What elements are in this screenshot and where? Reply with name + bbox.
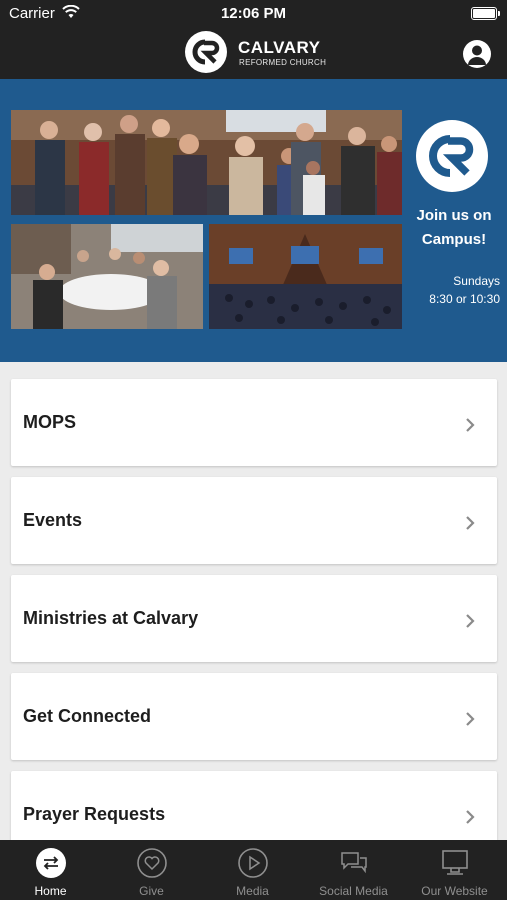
church-subtitle: REFORMED CHURCH [239,58,327,67]
join-line-2: Campus! [421,231,487,248]
computer-icon [442,850,468,875]
church-logo [185,31,227,73]
top-bar: Carrier 12:06 PM CALVARY REFORMED CHURCH [0,0,507,79]
service-schedule: Sundays 8:30 or 10:30 [404,272,500,308]
home-icon [36,848,66,878]
chevron-right-icon [466,418,475,432]
menu-item-label: Events [23,510,83,530]
tab-give[interactable]: Give [101,840,202,900]
bottom-tab-bar: Home Give Media Social Media Our Website [0,840,507,900]
chevron-right-icon [466,810,475,824]
menu-item-mops[interactable]: MOPS [11,379,497,466]
play-icon [238,848,268,878]
menu-item-ministries[interactable]: Ministries at Calvary [11,575,497,662]
join-line-1: Join us on [416,207,492,224]
chevron-right-icon [466,614,475,628]
tab-media[interactable]: Media [202,840,303,900]
tab-label: Social Media [319,884,388,898]
chevron-right-icon [466,516,475,530]
status-time: 12:06 PM [220,5,287,22]
schedule-day: Sundays [453,274,500,288]
congregation-group-photo [11,110,402,215]
tab-label: Media [236,884,269,898]
menu-item-label: Ministries at Calvary [23,608,199,628]
menu-item-get-connected[interactable]: Get Connected [11,673,497,760]
church-name: CALVARY [238,38,321,57]
profile-button[interactable] [463,40,491,68]
schedule-times: 8:30 or 10:30 [429,292,500,306]
tab-social-media[interactable]: Social Media [303,840,404,900]
chat-bubbles-icon [341,852,367,874]
tab-home[interactable]: Home [0,840,101,900]
menu-item-label: Get Connected [23,706,152,726]
menu-item-label: Prayer Requests [23,804,166,824]
menu-item-events[interactable]: Events [11,477,497,564]
campus-banner[interactable]: Join us on Campus! Sundays 8:30 or 10:30 [0,79,507,362]
heart-icon [137,848,167,878]
tab-label: Give [139,884,164,898]
fellowship-table-photo [11,224,203,329]
banner-church-logo [416,120,488,192]
menu-item-label: MOPS [23,412,77,432]
user-icon [468,45,486,65]
sanctuary-worship-photo [209,224,402,329]
join-campus-text: Join us on Campus! [404,204,504,252]
tab-our-website[interactable]: Our Website [404,840,505,900]
chevron-right-icon [466,712,475,726]
tab-label: Our Website [421,884,488,898]
tab-label: Home [34,884,67,898]
battery-icon [471,7,500,20]
